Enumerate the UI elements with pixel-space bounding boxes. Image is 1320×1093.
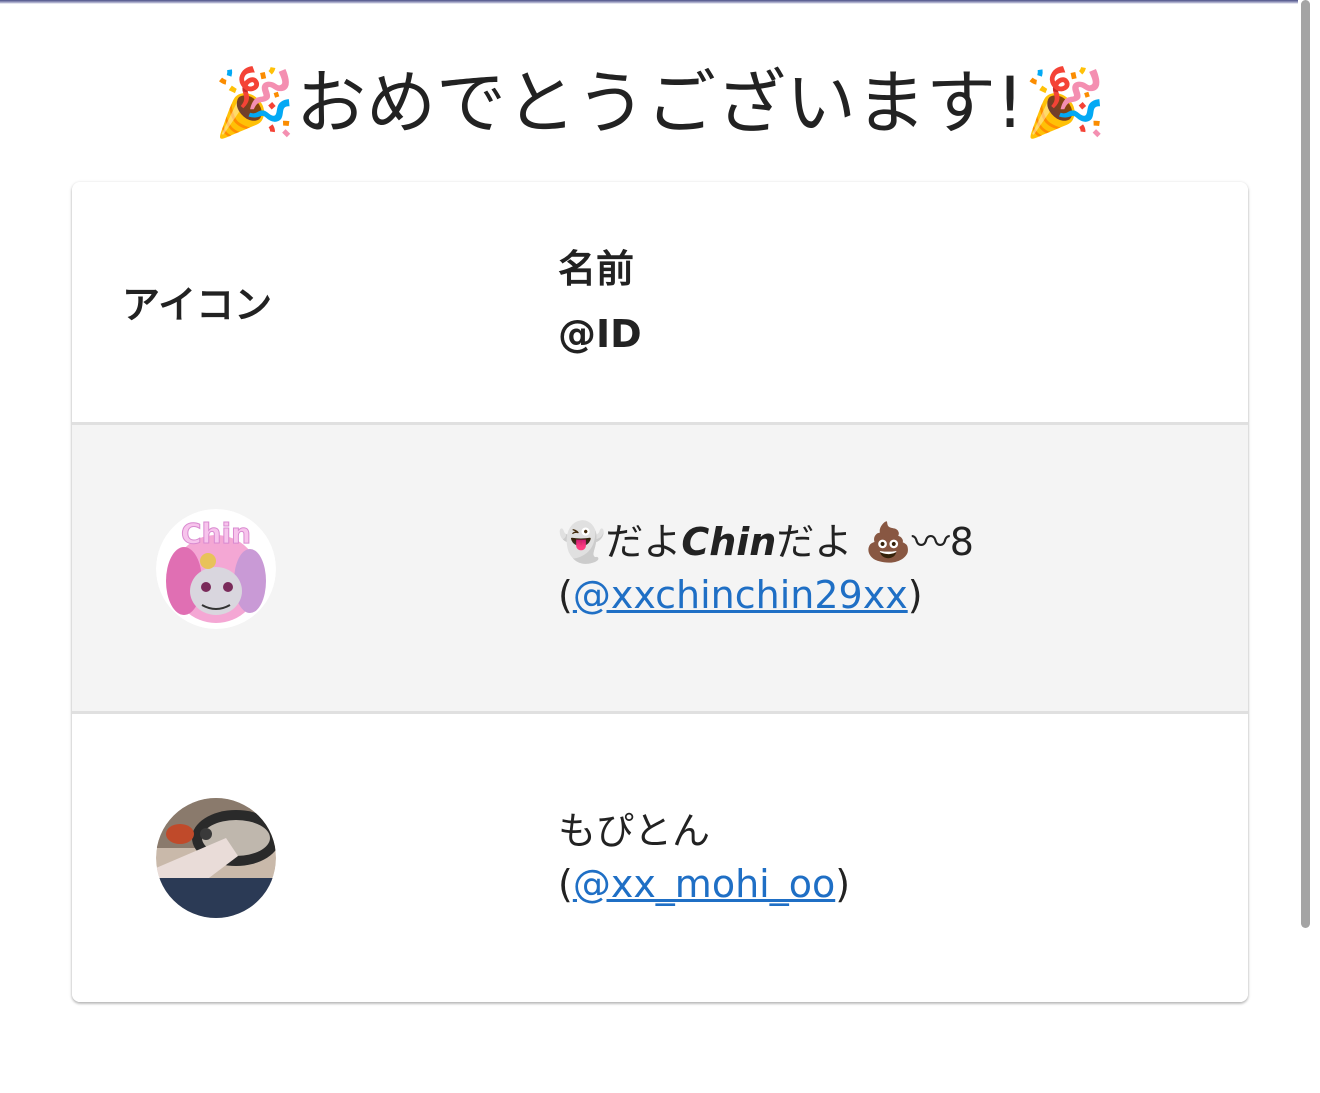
column-header-name: 名前 [558, 247, 635, 291]
table-header-row: アイコン 名前 @ID [72, 182, 1248, 425]
avatar-image [156, 798, 276, 918]
page-title: 🎉おめでとうございます!🎉 [0, 58, 1320, 148]
user-name: 👻だよChinだよ 💩〰8 [558, 520, 974, 564]
party-popper-icon: 🎉 [213, 64, 296, 141]
column-header-id: @ID [558, 312, 642, 356]
winners-table: アイコン 名前 @ID Chin 👻だよChinだよ 💩〰8 (@xxchinc… [72, 182, 1248, 1002]
table-row: Chin 👻だよChinだよ 💩〰8 (@xxchinchin29xx) [72, 425, 1248, 714]
avatar[interactable]: Chin [156, 509, 276, 629]
user-id-link[interactable]: @xxchinchin29xx [573, 573, 908, 617]
avatar-image: Chin [156, 509, 276, 629]
user-id: (@xx_mohi_oo) [558, 862, 851, 906]
party-popper-icon: 🎉 [1024, 64, 1107, 141]
avatar[interactable] [156, 798, 276, 918]
user-id-link[interactable]: @xx_mohi_oo [573, 862, 835, 906]
column-header-icon: アイコン [122, 283, 273, 327]
scrollbar-thumb[interactable] [1301, 0, 1310, 928]
top-app-bar-shadow [0, 0, 1302, 4]
page-title-text: おめでとうございます! [295, 62, 1025, 144]
user-id: (@xxchinchin29xx) [558, 573, 923, 617]
user-name: もぴとん [558, 809, 711, 853]
avatar-watermark-text: Chin [181, 517, 251, 550]
table-row: もぴとん (@xx_mohi_oo) [72, 714, 1248, 1002]
